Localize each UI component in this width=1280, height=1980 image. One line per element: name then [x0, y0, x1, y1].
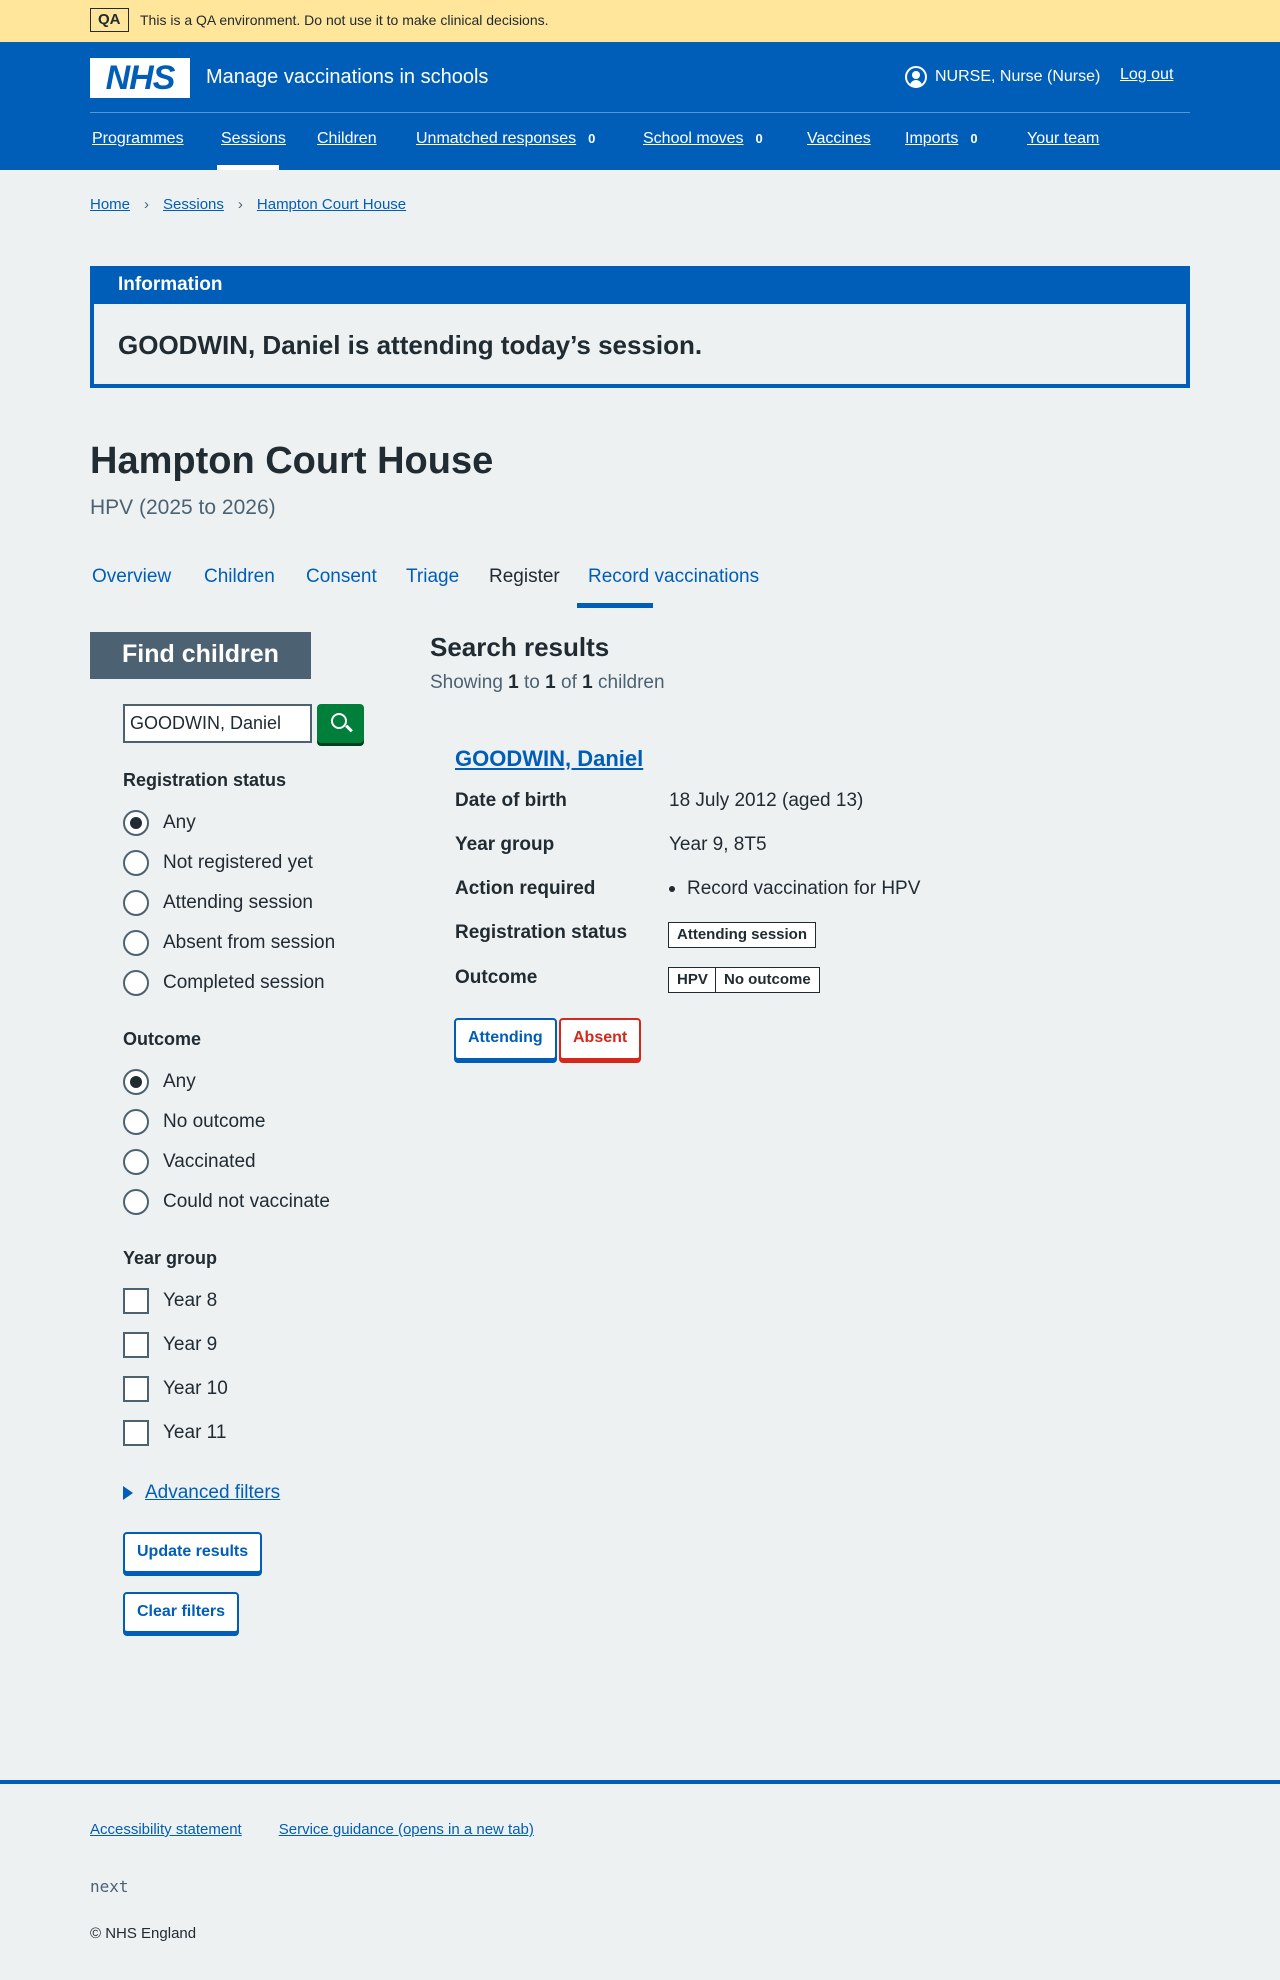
footer-accessibility-link[interactable]: Accessibility statement — [90, 1821, 242, 1838]
footer-version: next — [90, 1877, 129, 1896]
qa-banner: QA This is a QA environment. Do not use … — [0, 0, 1280, 42]
breadcrumb-school[interactable]: Hampton Court House — [257, 196, 406, 213]
year-group-key: Year group — [455, 834, 555, 855]
search-input[interactable] — [123, 704, 312, 743]
nav-sessions[interactable]: Sessions — [221, 130, 286, 148]
checkbox-year-10[interactable]: Year 10 — [123, 1375, 228, 1403]
action-required-key: Action required — [455, 878, 596, 899]
tab-record-vaccinations[interactable]: Record vaccinations — [588, 566, 759, 588]
nav-active-indicator — [217, 165, 279, 170]
site-header: NHS Manage vaccinations in schools NURSE… — [0, 42, 1280, 170]
search-button[interactable] — [317, 704, 364, 743]
footer-service-guidance-link[interactable]: Service guidance (opens in a new tab) — [279, 1821, 534, 1838]
breadcrumb-sessions[interactable]: Sessions — [163, 196, 224, 213]
nav-programmes[interactable]: Programmes — [92, 130, 184, 148]
user-name: NURSE, Nurse (Nurse) — [935, 68, 1101, 85]
outcome-status-tag: No outcome — [715, 967, 820, 993]
radio-outcome-vaccinated[interactable]: Vaccinated — [123, 1148, 256, 1176]
absent-button[interactable]: Absent — [559, 1018, 642, 1060]
chevron-right-icon: › — [144, 196, 150, 213]
outcome-programme-tag: HPV — [668, 967, 717, 993]
attending-button[interactable]: Attending — [454, 1018, 557, 1060]
unmatched-count: 0 — [588, 131, 596, 146]
tab-active-indicator — [577, 603, 653, 608]
action-required-value: Record vaccination for HPV — [669, 878, 920, 900]
update-results-button[interactable]: Update results — [123, 1532, 263, 1573]
registration-status-legend: Registration status — [123, 770, 287, 790]
clear-filters-button[interactable]: Clear filters — [123, 1592, 240, 1633]
information-message: GOODWIN, Daniel is attending today’s ses… — [118, 330, 703, 360]
footer-copyright: © NHS England — [90, 1925, 197, 1942]
year-group-value: Year 9, 8T5 — [669, 834, 767, 855]
nav-vaccines[interactable]: Vaccines — [807, 130, 871, 148]
information-heading: Information — [94, 270, 1186, 304]
page-caption: HPV (2025 to 2026) — [90, 496, 276, 519]
school-moves-count: 0 — [755, 131, 763, 146]
radio-registration-absent[interactable]: Absent from session — [123, 929, 335, 957]
qa-banner-text: This is a QA environment. Do not use it … — [140, 12, 549, 28]
nhs-logo[interactable]: NHS — [90, 58, 190, 98]
tab-children[interactable]: Children — [204, 566, 275, 588]
page-title: Hampton Court House — [90, 440, 494, 482]
dob-key: Date of birth — [455, 790, 567, 811]
advanced-filters-link[interactable]: Advanced filters — [145, 1482, 280, 1504]
radio-registration-completed[interactable]: Completed session — [123, 969, 325, 997]
nav-your-team[interactable]: Your team — [1027, 130, 1099, 148]
checkbox-year-11[interactable]: Year 11 — [123, 1419, 226, 1447]
breadcrumb-home[interactable]: Home — [90, 196, 130, 213]
radio-registration-attending[interactable]: Attending session — [123, 889, 313, 917]
radio-registration-any[interactable]: Any — [123, 809, 196, 837]
qa-tag: QA — [90, 8, 129, 32]
information-banner: Information GOODWIN, Daniel is attending… — [90, 266, 1190, 388]
registration-status-key: Registration status — [455, 922, 628, 943]
triangle-right-icon — [123, 1486, 133, 1500]
year-group-legend: Year group — [123, 1248, 218, 1268]
radio-outcome-could-not-vaccinate[interactable]: Could not vaccinate — [123, 1188, 330, 1216]
user-account: NURSE, Nurse (Nurse) — [905, 66, 1100, 88]
footer-links: Accessibility statement Service guidance… — [90, 1821, 534, 1838]
radio-outcome-any[interactable]: Any — [123, 1068, 196, 1096]
find-children-heading: Find children — [90, 632, 311, 679]
header-divider — [90, 112, 1190, 113]
outcome-legend: Outcome — [123, 1029, 202, 1049]
tab-overview[interactable]: Overview — [92, 566, 171, 588]
service-name[interactable]: Manage vaccinations in schools — [206, 66, 488, 89]
breadcrumb: Home › Sessions › Hampton Court House — [90, 196, 406, 213]
user-icon — [905, 66, 927, 88]
logout-link[interactable]: Log out — [1120, 66, 1173, 84]
radio-registration-not-registered[interactable]: Not registered yet — [123, 849, 313, 877]
checkbox-year-9[interactable]: Year 9 — [123, 1331, 217, 1359]
tab-consent[interactable]: Consent — [306, 566, 377, 588]
radio-outcome-no-outcome[interactable]: No outcome — [123, 1108, 265, 1136]
session-tabs: Overview Children Consent Triage Registe… — [90, 562, 990, 608]
footer-divider — [0, 1780, 1280, 1784]
imports-count: 0 — [970, 131, 978, 146]
checkbox-year-8[interactable]: Year 8 — [123, 1287, 217, 1315]
nav-children[interactable]: Children — [317, 130, 377, 148]
tab-triage[interactable]: Triage — [406, 566, 459, 588]
advanced-filters-toggle[interactable]: Advanced filters — [123, 1482, 280, 1504]
search-results-heading: Search results — [430, 632, 610, 662]
tab-register[interactable]: Register — [489, 566, 560, 588]
nav-school-moves[interactable]: School moves 0 — [643, 130, 763, 148]
child-name-link[interactable]: GOODWIN, Daniel — [455, 746, 643, 772]
dob-value: 18 July 2012 (aged 13) — [669, 790, 864, 811]
nav-imports[interactable]: Imports 0 — [905, 130, 978, 148]
results-count: Showing 1 to 1 of 1 children — [430, 672, 665, 693]
registration-status-tag: Attending session — [668, 922, 817, 948]
nav-unmatched-responses[interactable]: Unmatched responses 0 — [416, 130, 595, 148]
primary-nav: Programmes Sessions Children Unmatched r… — [90, 130, 1190, 170]
chevron-right-icon: › — [237, 196, 243, 213]
outcome-key: Outcome — [455, 967, 538, 988]
